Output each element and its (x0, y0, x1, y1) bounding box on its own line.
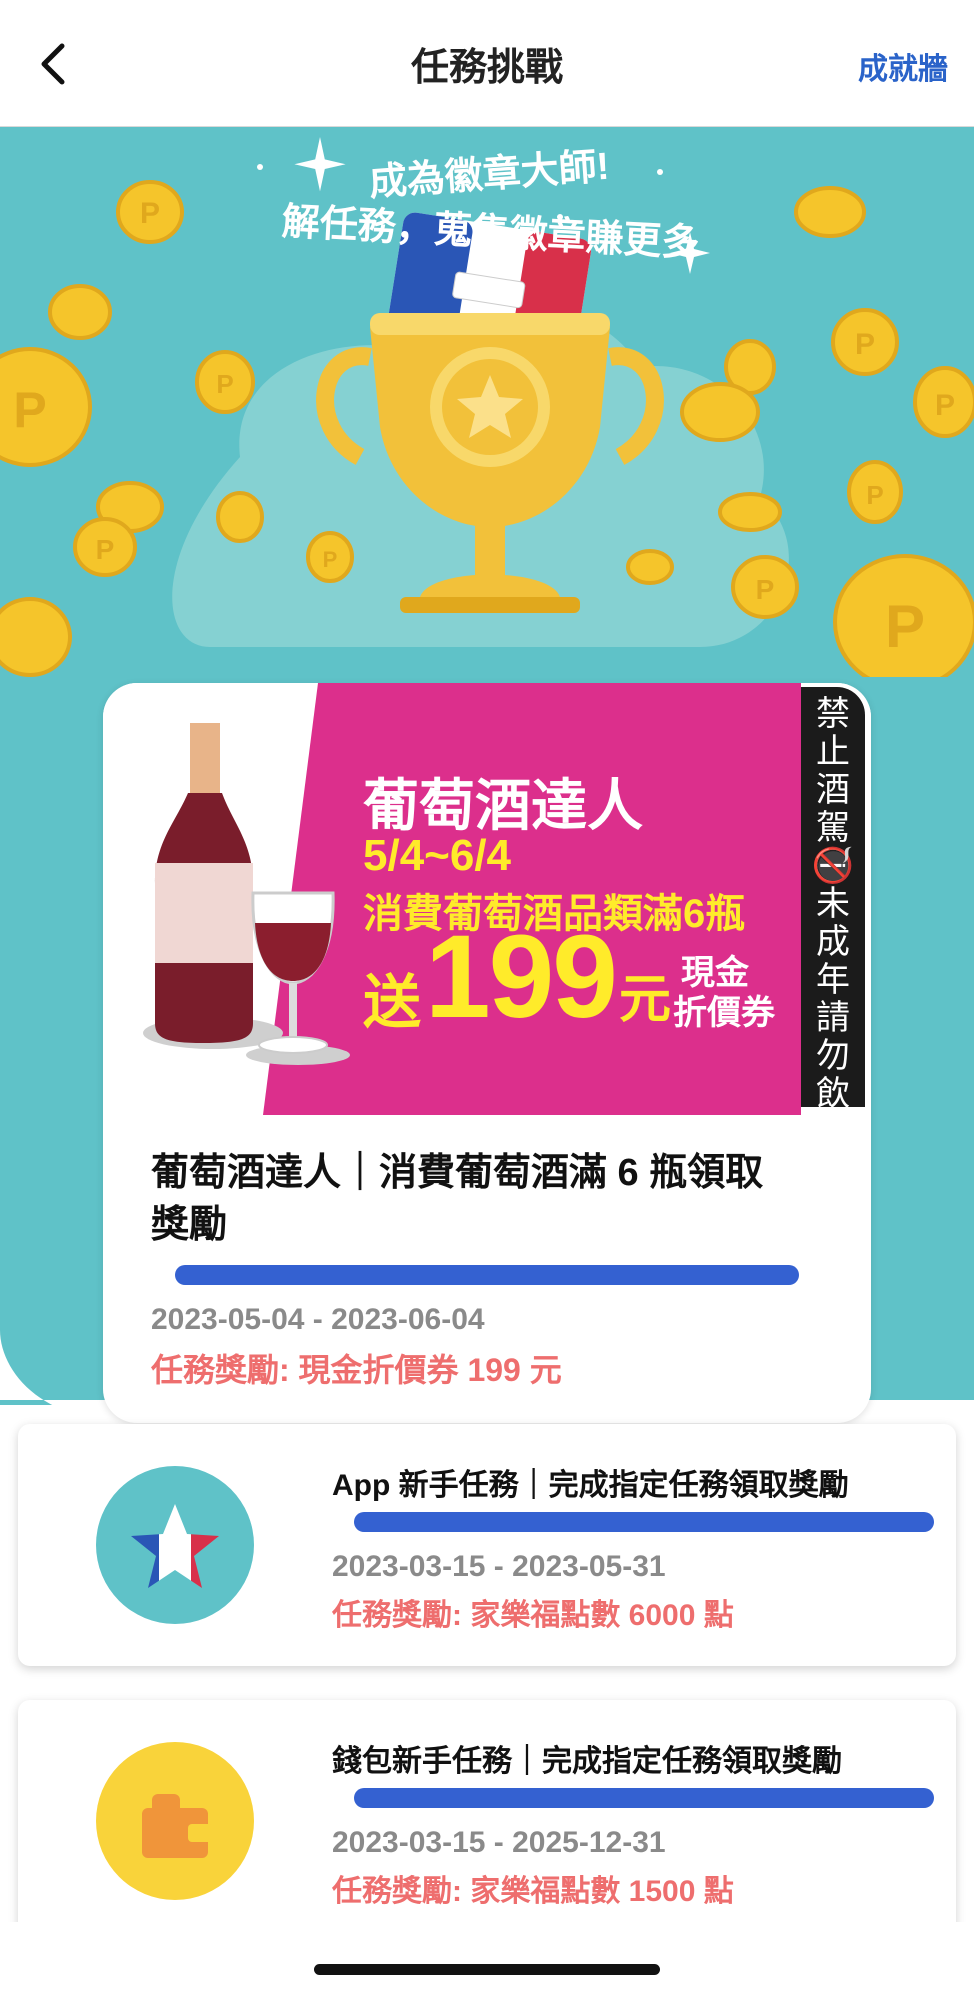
featured-task-title: 葡萄酒達人｜消費葡萄酒滿 6 瓶領取獎勵 (151, 1152, 764, 1246)
svg-text:P: P (216, 369, 233, 399)
task-progress-bar (354, 1788, 934, 1808)
task-progress-bar (354, 1512, 934, 1532)
featured-task-reward: 任務獎勵: 現金折價券 199 元 (151, 1352, 562, 1388)
svg-text:P: P (96, 534, 115, 565)
no-drinking-icon: 🚭 (811, 847, 855, 885)
svg-text:P: P (756, 574, 775, 605)
promo-banner: 葡萄酒達人 5/4~6/4 消費葡萄酒品類滿6瓶 送 199 元 現金 折價券 … (103, 683, 871, 1151)
svg-text:P: P (13, 382, 46, 438)
svg-text:P: P (855, 328, 875, 361)
task-card-wallet[interactable]: 錢包新手任務｜完成指定任務領取獎勵 2023-03-15 - 2025-12-3… (18, 1700, 956, 1942)
hero-banner: P P P P P P P P P P 成為徽章大師! 解任務，蒐集徽章賺更多 (0, 127, 974, 677)
task-dates: 2023-03-15 - 2025-12-31 (332, 1826, 666, 1859)
featured-progress-bar (175, 1265, 799, 1285)
svg-text:P: P (885, 593, 925, 660)
wallet-icon (96, 1742, 254, 1900)
promo-unit: 元 (619, 971, 672, 1029)
promo-date: 5/4~6/4 (363, 831, 512, 880)
svg-text:P: P (140, 197, 160, 230)
promo-amount: 199 (425, 911, 618, 1043)
home-indicator[interactable] (314, 1964, 660, 1975)
featured-task-card[interactable]: 葡萄酒達人 5/4~6/4 消費葡萄酒品類滿6瓶 送 199 元 現金 折價券 … (103, 683, 871, 1423)
promo-coupon-line2: 折價券 (673, 994, 775, 1032)
promo-send-label: 送 (363, 970, 422, 1035)
svg-text:P: P (935, 389, 955, 422)
task-reward: 任務獎勵: 家樂福點數 1500 點 (332, 1875, 734, 1908)
no-drink-drive-warning: 禁止酒駕 🚭 未成年請勿飲 酒 (801, 687, 865, 1151)
task-title: 錢包新手任務｜完成指定任務領取獎勵 (332, 1745, 842, 1778)
svg-text:P: P (866, 480, 883, 510)
task-title: App 新手任務｜完成指定任務領取獎勵 (332, 1469, 849, 1502)
task-card-app[interactable]: App 新手任務｜完成指定任務領取獎勵 2023-03-15 - 2023-05… (18, 1424, 956, 1666)
svg-text:P: P (323, 547, 338, 572)
task-reward: 任務獎勵: 家樂福點數 6000 點 (332, 1599, 734, 1632)
page-title: 任務挑戰 (410, 47, 563, 89)
featured-task-dates: 2023-05-04 - 2023-06-04 (151, 1303, 485, 1336)
top-nav-bar: 任務挑戰 成就牆 (0, 0, 974, 127)
promo-title: 葡萄酒達人 (363, 774, 643, 837)
task-dates: 2023-03-15 - 2023-05-31 (332, 1550, 666, 1583)
bottom-safe-area (0, 1922, 974, 2000)
star-badge-icon (96, 1466, 254, 1624)
banner-headline: 成為徽章大師! (368, 145, 611, 205)
achievement-wall-link[interactable]: 成就牆 (858, 44, 948, 88)
banner-illustration: P P P P P P P P P P 成為徽章大師! 解任務，蒐集徽章賺更多 (0, 137, 974, 677)
